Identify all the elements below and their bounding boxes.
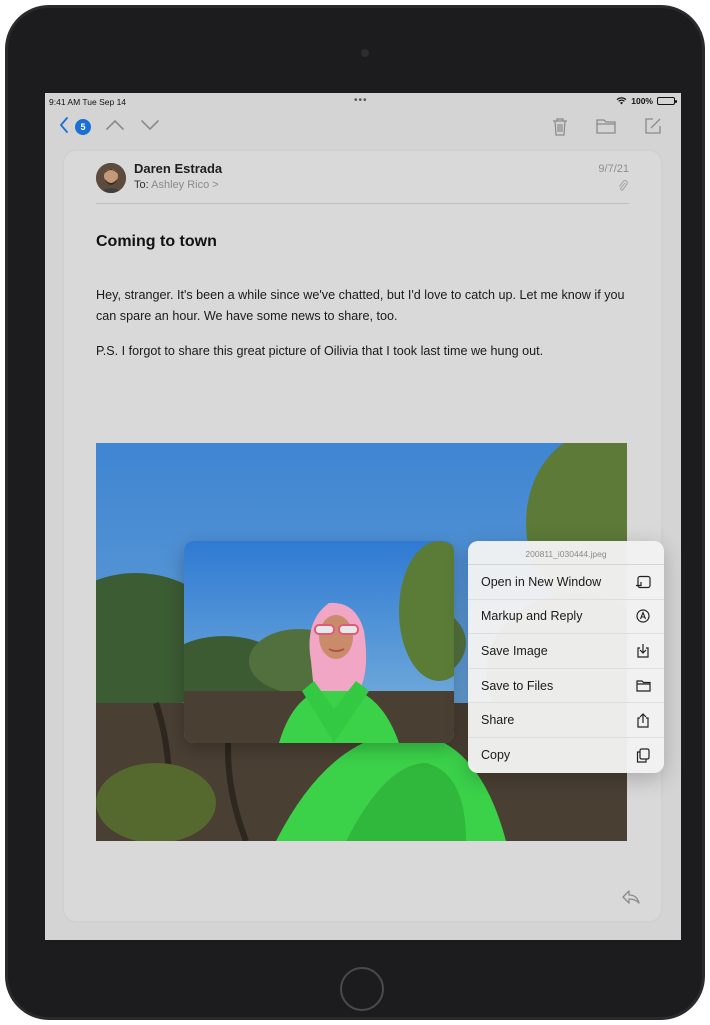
attachment-icon bbox=[618, 179, 628, 197]
menu-item-save-image[interactable]: Save Image bbox=[468, 634, 664, 669]
markup-icon bbox=[635, 608, 651, 624]
mail-screen: 9:41 AM Tue Sep 14 ••• 100% 5 Daren Estr… bbox=[45, 93, 681, 940]
menu-item-markup-reply[interactable]: Markup and Reply bbox=[468, 600, 664, 635]
body-paragraph: Hey, stranger. It's been a while since w… bbox=[96, 288, 625, 323]
status-bar: 9:41 AM Tue Sep 14 ••• 100% bbox=[45, 93, 681, 111]
recipient-line: To: Ashley Rico > bbox=[134, 179, 219, 191]
image-preview[interactable] bbox=[184, 541, 454, 743]
home-button[interactable] bbox=[340, 967, 384, 1011]
front-camera bbox=[361, 49, 369, 57]
status-time: 9:41 AM Tue Sep 14 bbox=[49, 97, 127, 107]
next-message-icon[interactable] bbox=[140, 117, 160, 133]
trash-icon[interactable] bbox=[552, 117, 568, 137]
menu-item-label: Save to Files bbox=[481, 678, 554, 693]
menu-item-label: Markup and Reply bbox=[481, 609, 583, 624]
menu-item-open-new-window[interactable]: Open in New Window bbox=[468, 565, 664, 600]
compose-icon[interactable] bbox=[644, 117, 662, 135]
status-right: 100% bbox=[616, 96, 677, 106]
message-body: Hey, stranger. It's been a while since w… bbox=[96, 285, 636, 376]
previous-message-icon[interactable] bbox=[105, 117, 125, 133]
sender-avatar[interactable] bbox=[96, 163, 126, 193]
menu-item-label: Open in New Window bbox=[481, 574, 602, 589]
message-card: Daren Estrada To: Ashley Rico > 9/7/21 C… bbox=[64, 151, 661, 921]
menu-item-label: Save Image bbox=[481, 643, 548, 658]
menu-item-save-to-files[interactable]: Save to Files bbox=[468, 669, 664, 704]
share-icon bbox=[635, 712, 651, 728]
menu-item-copy[interactable]: Copy bbox=[468, 738, 664, 773]
new-window-icon bbox=[635, 574, 651, 590]
copy-icon bbox=[635, 747, 651, 763]
reply-icon[interactable] bbox=[621, 889, 641, 910]
menu-filename: 200811_i030444.jpeg bbox=[468, 541, 664, 565]
body-paragraph: P.S. I forgot to share this great pictur… bbox=[96, 344, 544, 358]
sender-name[interactable]: Daren Estrada bbox=[134, 161, 222, 176]
battery-percent: 100% bbox=[631, 96, 653, 106]
folder-icon bbox=[635, 678, 651, 694]
move-folder-icon[interactable] bbox=[596, 117, 616, 135]
save-image-icon bbox=[635, 643, 651, 659]
recipient-name[interactable]: Ashley Rico > bbox=[151, 179, 219, 191]
wifi-icon bbox=[616, 97, 627, 105]
menu-item-label: Share bbox=[481, 713, 515, 728]
mail-toolbar: 5 bbox=[45, 113, 681, 143]
message-date: 9/7/21 bbox=[598, 163, 629, 175]
back-chevron-icon[interactable] bbox=[59, 117, 69, 133]
unread-badge[interactable]: 5 bbox=[75, 119, 91, 135]
menu-item-share[interactable]: Share bbox=[468, 703, 664, 738]
multitasking-dots[interactable]: ••• bbox=[354, 95, 368, 106]
header-divider bbox=[96, 203, 629, 204]
battery-icon bbox=[657, 97, 677, 105]
menu-item-label: Copy bbox=[481, 748, 511, 763]
image-context-menu: 200811_i030444.jpeg Open in New Window M… bbox=[468, 541, 664, 773]
to-label: To: bbox=[134, 179, 149, 191]
message-subject: Coming to town bbox=[96, 233, 217, 250]
